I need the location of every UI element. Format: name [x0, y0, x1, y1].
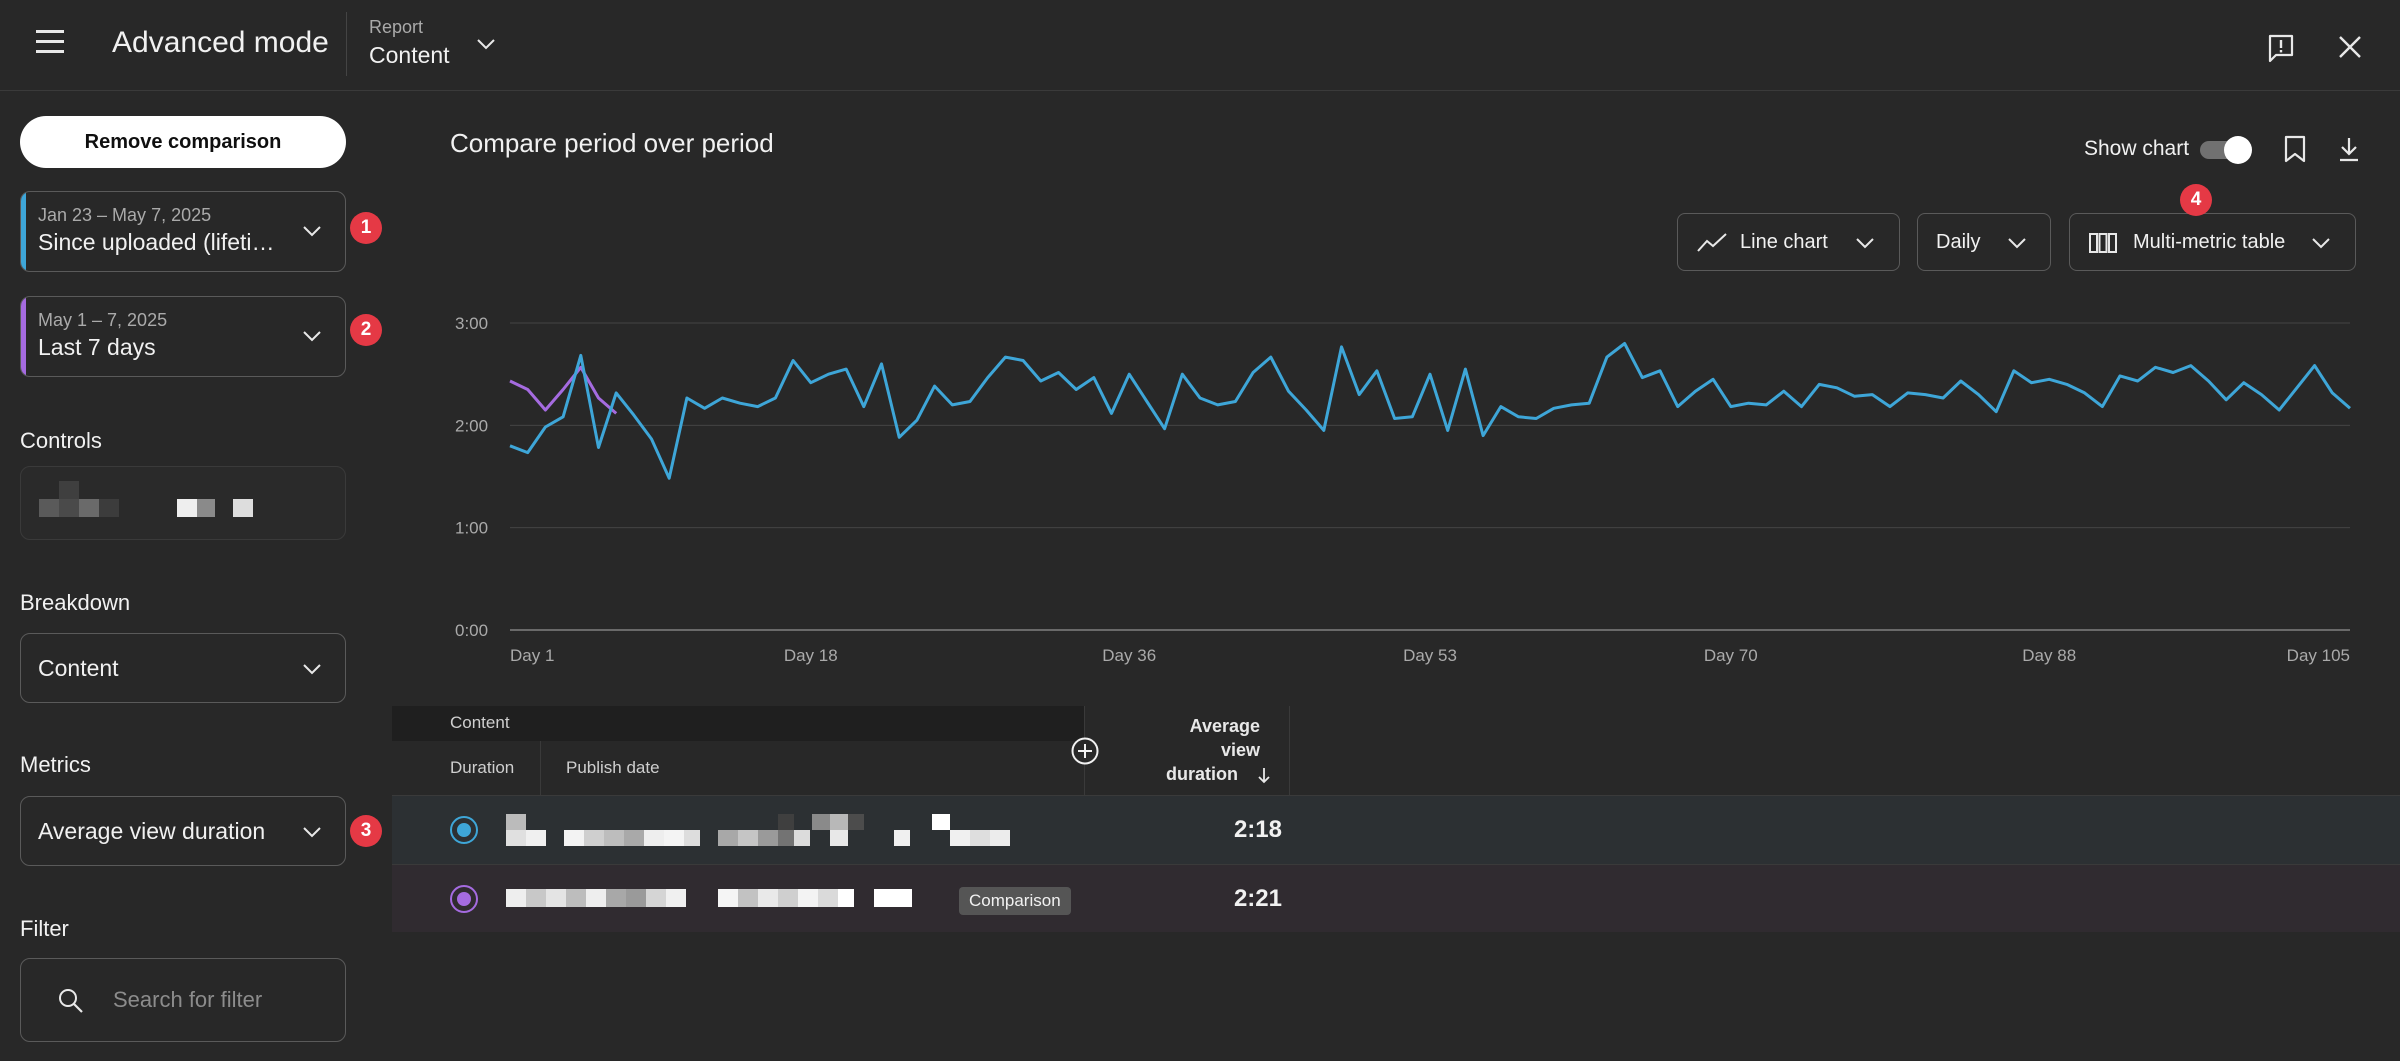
chevron-down-icon	[303, 331, 321, 342]
report-selector[interactable]: Content	[369, 42, 450, 69]
table-columns-icon	[2089, 233, 2117, 253]
add-column-icon[interactable]	[1070, 736, 1100, 766]
chart-type-label: Line chart	[1740, 231, 1828, 253]
period-color-stripe	[21, 192, 26, 271]
period-label: Since uploaded (lifeti…	[38, 229, 275, 255]
chevron-down-icon	[303, 664, 321, 675]
chart-type-dropdown[interactable]: Line chart	[1677, 213, 1900, 271]
download-icon[interactable]	[2336, 135, 2362, 163]
metrics-select[interactable]: Average view duration	[20, 796, 346, 866]
app-title: Advanced mode	[112, 26, 329, 59]
period-label: Last 7 days	[38, 334, 156, 360]
chevron-down-icon	[303, 226, 321, 237]
step-badge: 4	[2180, 184, 2212, 216]
y-tick-label: 1:00	[455, 519, 488, 538]
comparison-period-selector[interactable]: May 1 – 7, 2025 Last 7 days	[20, 296, 346, 377]
x-tick-label: Day 70	[1704, 646, 1758, 665]
page-title: Compare period over period	[450, 128, 774, 158]
breakdown-select[interactable]: Content	[20, 633, 346, 703]
primary-period-selector[interactable]: Jan 23 – May 7, 2025 Since uploaded (lif…	[20, 191, 346, 272]
x-tick-label: Day 36	[1102, 646, 1156, 665]
average-view-duration-value: 2:18	[1233, 816, 1282, 843]
table-row[interactable]: Comparison 2:21	[392, 864, 2400, 932]
metric-header-line: view	[1220, 740, 1260, 760]
comparison-series-line	[509, 365, 618, 415]
search-icon	[59, 989, 83, 1013]
controls-label: Controls	[20, 428, 102, 453]
y-tick-label: 0:00	[455, 621, 488, 640]
chevron-down-icon	[1856, 238, 1874, 249]
primary-series-line	[509, 342, 2351, 480]
step-badge: 1	[350, 212, 382, 244]
x-tick-label: Day 105	[2287, 646, 2350, 665]
top-bar: Advanced mode Report Content	[0, 0, 2400, 91]
average-view-duration-column-header[interactable]: Average view duration	[1110, 714, 1270, 786]
average-view-duration-value: 2:21	[1233, 885, 1282, 912]
table-row[interactable]: 2:18	[392, 796, 2400, 864]
interval-label: Daily	[1936, 231, 1981, 253]
metric-header-line: duration	[1166, 764, 1238, 784]
line-chart-icon	[1697, 233, 1727, 252]
filter-label: Filter	[20, 916, 69, 941]
period-color-stripe	[21, 297, 26, 376]
step-badge: 3	[350, 815, 382, 847]
table-type-dropdown[interactable]: Multi-metric table	[2069, 213, 2356, 271]
x-tick-label: Day 18	[784, 646, 838, 665]
y-tick-label: 2:00	[455, 416, 488, 435]
breakdown-label: Breakdown	[20, 590, 131, 615]
interval-dropdown[interactable]: Daily	[1917, 213, 2051, 271]
filter-search	[20, 958, 346, 1042]
content-group-header: Content	[392, 706, 1084, 741]
period-range: May 1 – 7, 2025	[38, 310, 168, 330]
content-subheader: Duration Publish date	[392, 741, 1084, 795]
table-type-label: Multi-metric table	[2133, 231, 2286, 253]
metrics-label: Metrics	[20, 752, 91, 777]
step-badge: 2	[350, 314, 382, 346]
report-label: Report	[369, 17, 424, 37]
comparison-badge: Comparison	[959, 887, 1071, 915]
chevron-down-icon	[2312, 238, 2330, 249]
sort-arrow-down-icon	[1258, 768, 1270, 784]
divider	[346, 12, 347, 76]
metric-header-line: Average	[1189, 716, 1260, 736]
bookmark-icon[interactable]	[2282, 134, 2308, 164]
period-range: Jan 23 – May 7, 2025	[38, 205, 212, 225]
publish-date-column-header[interactable]: Publish date	[566, 758, 660, 778]
show-chart-label: Show chart	[2084, 137, 2190, 160]
line-chart: 0:00 1:00 2:00 3:00 Day 1 Day 18 Day 36 Day 53 D…	[455, 314, 2351, 665]
breakdown-value: Content	[38, 655, 119, 681]
content-group-label: Content	[450, 713, 510, 732]
show-chart-toggle[interactable]	[2200, 136, 2254, 164]
x-tick-label: Day 88	[2022, 646, 2076, 665]
controls-redacted	[20, 466, 346, 540]
feedback-icon[interactable]	[2266, 33, 2296, 63]
menu-icon[interactable]	[36, 30, 66, 60]
chevron-down-icon	[303, 827, 321, 838]
metrics-value: Average view duration	[38, 818, 266, 844]
x-tick-label: Day 1	[510, 646, 554, 665]
y-tick-label: 3:00	[455, 314, 488, 333]
chevron-down-icon	[2008, 238, 2026, 249]
close-icon[interactable]	[2336, 33, 2364, 61]
row-radio[interactable]	[450, 816, 478, 844]
row-radio[interactable]	[450, 885, 478, 913]
remove-comparison-button[interactable]: Remove comparison	[20, 116, 346, 168]
chevron-down-icon[interactable]	[474, 32, 498, 56]
column-divider	[540, 741, 541, 795]
x-tick-label: Day 53	[1403, 646, 1457, 665]
duration-column-header[interactable]: Duration	[450, 758, 514, 778]
filter-search-input[interactable]	[113, 981, 323, 1019]
